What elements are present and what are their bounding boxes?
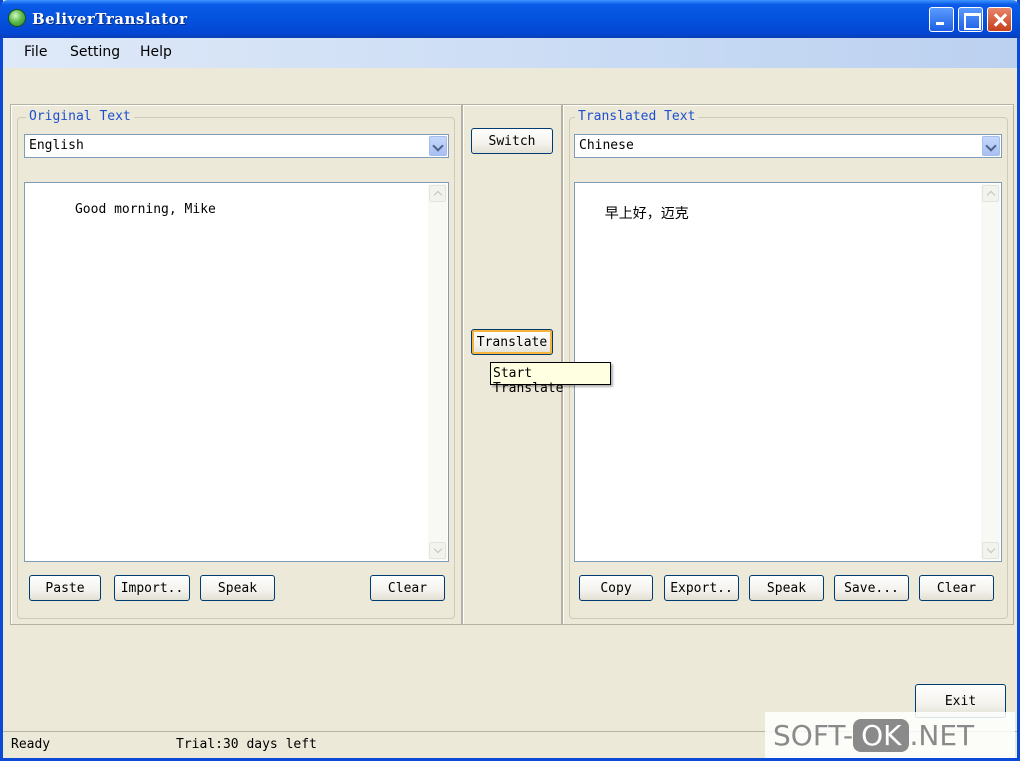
watermark-ok: OK [853,719,910,752]
chevron-down-icon[interactable] [982,136,1000,156]
original-text-input[interactable]: Good morning, Mike [24,182,449,562]
paste-button[interactable]: Paste [29,575,101,601]
scroll-down-icon[interactable] [982,542,999,559]
watermark: SOFT- OK .NET [765,712,1015,758]
original-text-content: Good morning, Mike [74,202,216,217]
menu-file[interactable]: File [24,44,47,60]
translate-button[interactable]: Translate [471,329,553,355]
status-ready: Ready [11,737,51,752]
watermark-suffix: .NET [909,719,975,752]
original-text-legend: Original Text [26,109,134,124]
original-panel: Original Text English Good morning, Mike… [10,104,462,625]
scroll-down-icon[interactable] [429,542,446,559]
translated-panel: Translated Text Chinese 早上好，迈克 Copy Expo… [562,104,1014,625]
globe-icon [8,9,26,27]
minimize-icon[interactable] [929,7,954,32]
maximize-icon[interactable] [958,7,983,32]
target-language-value: Chinese [579,138,634,153]
scroll-up-icon[interactable] [429,185,446,202]
menu-help[interactable]: Help [140,44,172,60]
menu-setting[interactable]: Setting [70,44,120,60]
copy-button[interactable]: Copy [579,575,653,601]
source-language-value: English [29,138,84,153]
translated-text-content: 早上好，迈克 [604,206,689,222]
translated-text-output[interactable]: 早上好，迈克 [574,182,1002,562]
translate-tooltip: Start Translate [490,362,611,396]
save-button[interactable]: Save... [834,575,909,601]
watermark-prefix: SOFT- [773,719,854,752]
target-language-select[interactable]: Chinese [574,134,1002,158]
clear-original-button[interactable]: Clear [370,575,445,601]
import-button[interactable]: Import.. [114,575,190,601]
translated-scrollbar[interactable] [981,184,1000,560]
window-title: BeliverTranslator [32,10,188,28]
switch-button[interactable]: Switch [471,128,553,154]
chevron-down-icon[interactable] [429,136,447,156]
status-trial: Trial:30 days left [176,737,317,752]
original-scrollbar[interactable] [428,184,447,560]
translated-text-legend: Translated Text [575,109,699,124]
scroll-up-icon[interactable] [982,185,999,202]
speak-original-button[interactable]: Speak [200,575,275,601]
speak-translated-button[interactable]: Speak [749,575,824,601]
menu-bar: File Setting Help [3,38,1017,68]
export-button[interactable]: Export.. [664,575,739,601]
close-icon[interactable] [987,7,1012,32]
clear-translated-button[interactable]: Clear [919,575,994,601]
source-language-select[interactable]: English [24,134,449,158]
title-bar[interactable]: BeliverTranslator [0,0,1020,38]
app-window: BeliverTranslator File Setting Help Orig… [0,0,1020,761]
